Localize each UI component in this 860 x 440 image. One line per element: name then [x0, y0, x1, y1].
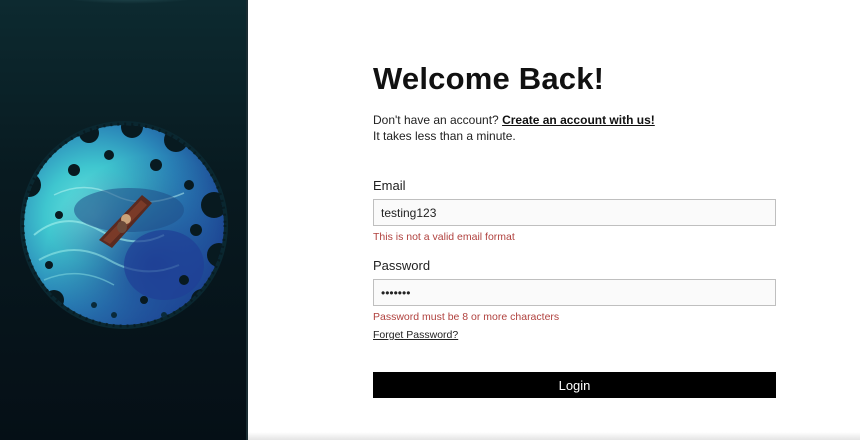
password-field-group: Password Password must be 8 or more char…: [373, 258, 777, 343]
bottom-fade: [248, 432, 860, 440]
password-label: Password: [373, 258, 431, 273]
email-field-group: Email This is not a valid email format: [373, 178, 777, 244]
page-title: Welcome Back!: [373, 61, 605, 96]
email-input[interactable]: [373, 199, 776, 226]
login-page: Welcome Back! Don't have an account? Cre…: [0, 0, 860, 440]
right-panel: Welcome Back! Don't have an account? Cre…: [248, 0, 860, 440]
email-error-message: This is not a valid email format: [373, 231, 515, 243]
create-account-link[interactable]: Create an account with us!: [502, 113, 655, 127]
signup-note-text: It takes less than a minute.: [373, 129, 516, 143]
signup-prompt-block: Don't have an account? Create an account…: [373, 112, 777, 144]
login-form: Welcome Back! Don't have an account? Cre…: [373, 60, 777, 398]
email-label: Email: [373, 178, 406, 193]
password-input[interactable]: [373, 279, 776, 306]
password-error-message: Password must be 8 or more characters: [373, 311, 560, 323]
top-glow: [50, 0, 210, 4]
left-panel: [0, 0, 248, 440]
forgot-password-link[interactable]: Forget Password?: [373, 329, 458, 341]
signup-prompt-text: Don't have an account?: [373, 113, 499, 127]
ocean-boat-illustration: [14, 115, 234, 335]
login-button[interactable]: Login: [373, 372, 776, 398]
